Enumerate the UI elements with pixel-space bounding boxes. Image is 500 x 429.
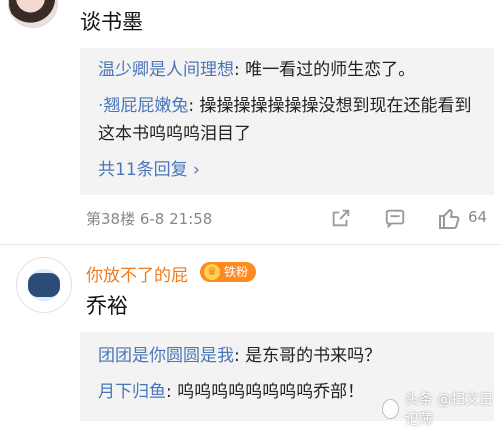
reply-colon: :	[166, 382, 178, 402]
reply-username[interactable]: ·翘屁屁嫩兔	[98, 96, 188, 116]
reply-text: 唯一看过的师生恋了。	[245, 60, 416, 80]
reply-item[interactable]: 团团是你圆圆是我: 是东哥的书来吗？	[98, 342, 483, 370]
comment-text: 乔裕	[86, 294, 128, 318]
divider	[0, 244, 500, 245]
fan-badge: ♛ 铁粉	[200, 262, 257, 282]
more-replies-link[interactable]: 共11条回复 ›	[98, 156, 200, 184]
reply-colon: :	[234, 346, 246, 366]
reply-box: 温少卿是人间理想: 唯一看过的师生恋了。 ·翘屁屁嫩兔: 操操操操操操操没想到现…	[80, 48, 494, 195]
reply-item[interactable]: 温少卿是人间理想: 唯一看过的师生恋了。	[98, 56, 483, 84]
like-count: 64	[468, 208, 488, 226]
avatar[interactable]	[8, 0, 58, 28]
avatar-illustration	[28, 273, 60, 297]
avatar[interactable]	[16, 257, 72, 313]
reply-username[interactable]: 温少卿是人间理想	[98, 60, 234, 80]
reply-text: 是东哥的书来吗？	[245, 346, 382, 366]
reply-colon: :	[234, 60, 246, 80]
comment-icon[interactable]	[384, 207, 406, 229]
reply-username[interactable]: 团团是你圆圆是我	[98, 346, 234, 366]
reply-item[interactable]: ·翘屁屁嫩兔: 操操操操操操操没想到现在还能看到这本书呜呜呜泪目了	[98, 92, 483, 148]
like-icon[interactable]	[438, 206, 462, 230]
toutiao-icon	[382, 399, 399, 419]
watermark-text: 头条 @扫文日记薄	[404, 392, 494, 428]
crown-icon: ♛	[204, 264, 220, 280]
badge-label: 铁粉	[224, 265, 249, 279]
reply-text: 呜呜呜呜呜呜呜呜乔部！	[177, 382, 365, 402]
watermark: 头条 @扫文日记薄	[382, 389, 500, 429]
comment-text: 谈书墨	[80, 10, 143, 34]
commenter-name[interactable]: 你放不了的屁	[86, 261, 188, 286]
share-icon[interactable]	[330, 207, 352, 229]
floor-timestamp: 第38楼 6-8 21:58	[86, 210, 213, 228]
reply-colon: :	[188, 96, 200, 116]
reply-username[interactable]: 月下归鱼	[98, 382, 166, 402]
